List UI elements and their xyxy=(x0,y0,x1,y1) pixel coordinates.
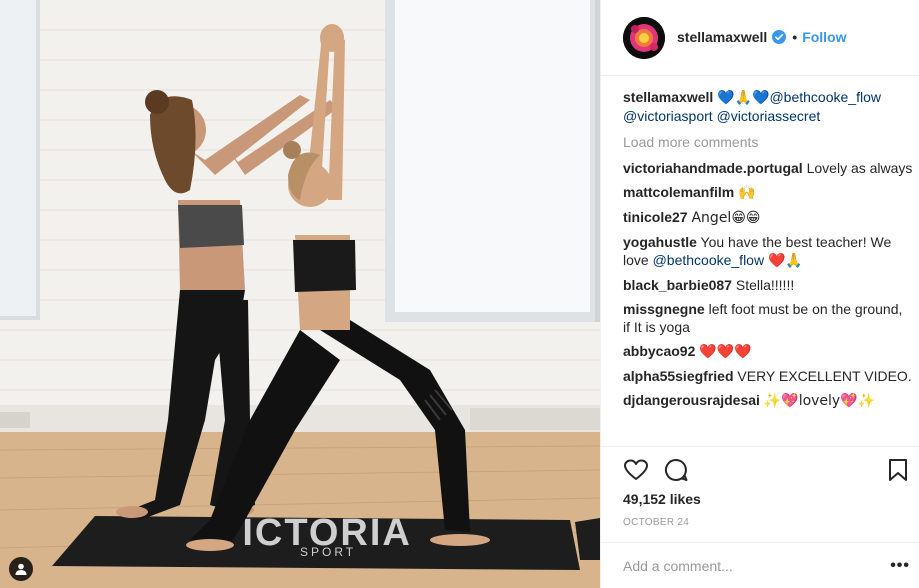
heart-icon[interactable] xyxy=(623,457,649,483)
action-bar xyxy=(623,457,907,485)
user-silhouette-icon xyxy=(15,563,27,575)
post-caption: stellamaxwell 💙🙏💙@bethcooke_flow @victor… xyxy=(623,88,913,125)
add-comment-bar: ••• xyxy=(601,542,919,588)
post-date[interactable]: OCTOBER 24 xyxy=(623,517,689,528)
header-separator: • xyxy=(792,29,798,45)
comment-text: Angel😁😁 xyxy=(691,210,761,226)
caption-username[interactable]: stellamaxwell xyxy=(623,89,713,105)
comment-item: yogahustle You have the best teacher! We… xyxy=(623,233,913,270)
comment-item: abbycao92 ❤️❤️❤️ xyxy=(623,342,913,361)
comment-username[interactable]: black_barbie087 xyxy=(623,277,732,293)
comment-mention-bethcooke[interactable]: @bethcooke_flow xyxy=(653,252,765,268)
avatar[interactable] xyxy=(623,17,665,59)
comment-username[interactable]: djdangerousrajdesai xyxy=(623,392,760,408)
comment-item: djdangerousrajdesai ✨💖lovely💖✨ xyxy=(623,391,913,410)
header-user-row: stellamaxwell • Follow xyxy=(677,29,847,45)
mat-sub-text: SPORT xyxy=(300,545,356,559)
comment-text: ❤️❤️❤️ xyxy=(699,344,752,360)
comment-username[interactable]: yogahustle xyxy=(623,234,697,250)
comment-bubble-icon[interactable] xyxy=(663,457,689,483)
comment-item: black_barbie087 Stella!!!!!! xyxy=(623,276,913,294)
caption-emoji: 💙🙏💙 xyxy=(717,90,770,106)
comment-emoji: ❤️🙏 xyxy=(767,253,803,269)
comment-item: mattcolemanfilm 🙌 xyxy=(623,183,913,202)
comment-text: Stella!!!!!! xyxy=(735,277,795,293)
comment-username[interactable]: mattcolemanfilm xyxy=(623,184,734,200)
comment-username[interactable]: missgnegne xyxy=(623,301,705,317)
bookmark-icon[interactable] xyxy=(885,457,911,483)
post-side-panel: stellamaxwell • Follow stellamaxwell 💙🙏💙… xyxy=(600,0,919,588)
comment-item: alpha55siegfried VERY EXCELLENT VIDEO. xyxy=(623,367,913,385)
comment-text: VERY EXCELLENT VIDEO. xyxy=(737,368,912,384)
avatar-image xyxy=(623,17,665,59)
likes-count[interactable]: 49,152 likes xyxy=(623,491,701,507)
comment-username[interactable]: tinicole27 xyxy=(623,209,688,225)
comments-list: stellamaxwell 💙🙏💙@bethcooke_flow @victor… xyxy=(623,88,913,416)
comment-item: victoriahandmade.portugal Lovely as alwa… xyxy=(623,159,913,177)
verified-badge-icon xyxy=(772,30,787,44)
comment-username[interactable]: victoriahandmade.portugal xyxy=(623,160,803,176)
load-more-comments-button[interactable]: Load more comments xyxy=(623,133,913,151)
follow-button[interactable]: Follow xyxy=(802,29,846,45)
comment-input[interactable] xyxy=(623,555,863,577)
comment-text: ✨💖lovely💖✨ xyxy=(763,393,876,409)
comment-item: missgnegne left foot must be on the grou… xyxy=(623,300,913,336)
post-header: stellamaxwell • Follow xyxy=(601,0,919,76)
tagged-users-button[interactable] xyxy=(9,557,33,581)
comment-text: Lovely as always xyxy=(806,160,913,176)
post-photo[interactable]: VICTORIA SPORT xyxy=(0,0,600,588)
comment-item: tinicole27 Angel😁😁 xyxy=(623,208,913,227)
caption-mention-bethcooke[interactable]: @bethcooke_flow xyxy=(769,89,881,105)
caption-mention-victoriassecret[interactable]: @victoriassecret xyxy=(717,108,821,124)
comment-username[interactable]: alpha55siegfried xyxy=(623,368,734,384)
more-options-button[interactable]: ••• xyxy=(890,557,910,575)
comment-username[interactable]: abbycao92 xyxy=(623,343,695,359)
header-username[interactable]: stellamaxwell xyxy=(677,29,767,45)
comment-text: 🙌 xyxy=(738,185,756,201)
post-actions-section: 49,152 likes OCTOBER 24 xyxy=(601,446,919,542)
yoga-photo-illustration: VICTORIA SPORT xyxy=(0,0,600,588)
caption-mention-victoriasport[interactable]: @victoriasport xyxy=(623,108,713,124)
